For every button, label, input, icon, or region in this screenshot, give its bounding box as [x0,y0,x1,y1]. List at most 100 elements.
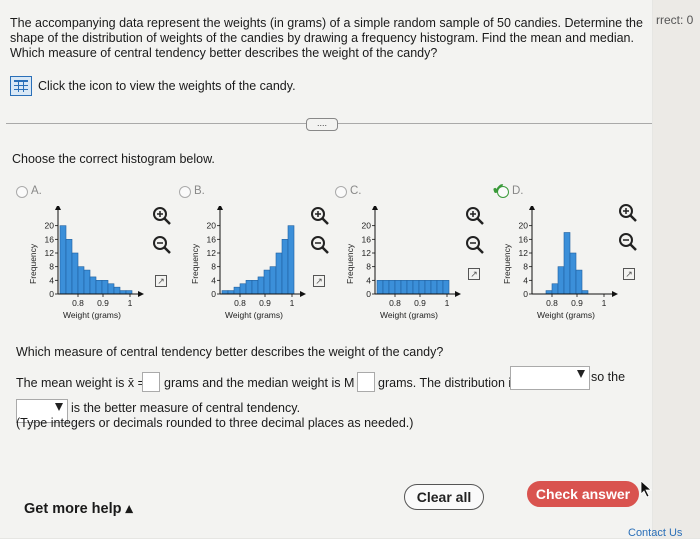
x-tick-label: 0.8 [234,298,246,308]
check-answer-button[interactable]: Check answer [527,481,639,507]
x-axis-arrow [455,291,461,297]
histogram-bar [113,286,121,295]
instructions-text: (Type integers or decimals rounded to th… [16,416,414,430]
histogram-bar [227,290,235,295]
histogram-bar [442,280,450,295]
data-link-text[interactable]: Click the icon to view the weights of th… [38,79,296,93]
histogram-bar [65,239,73,295]
y-tick-label: 8 [49,262,54,272]
histogram-bar [281,239,289,295]
zoom-in-icon[interactable] [310,206,330,226]
y-tick-label: 4 [211,275,216,285]
y-tick-label: 12 [45,248,55,258]
mean-suffix: grams and the median weight is M = [164,376,366,390]
option-b-radio[interactable] [179,186,191,198]
mouse-cursor-icon [640,480,653,498]
histogram-bar [77,266,85,295]
histogram-bar [382,280,390,295]
y-tick-label: 12 [362,248,372,258]
zoom-out-icon[interactable] [310,235,330,255]
histogram-bar [107,283,115,295]
histogram-bar [89,276,97,295]
histogram-bar [101,280,109,295]
histogram-bar [263,269,271,295]
popout-icon[interactable]: ↗ [623,268,635,280]
y-tick-label: 4 [523,275,528,285]
histogram-bar [275,252,283,295]
x-tick-label: 1 [290,298,295,308]
histogram-bar [406,280,414,295]
popout-icon[interactable]: ↗ [468,268,480,280]
median-input[interactable] [357,372,375,392]
histogram-b: 0 4 8 12 16 20 0.8 0.9 1 Weight (grams) [207,206,306,320]
histogram-bar [436,280,444,295]
zoom-in-icon[interactable] [465,206,485,226]
histogram-bar [245,280,253,295]
clear-all-button[interactable]: Clear all [404,484,484,510]
histogram-bar [95,280,103,295]
zoom-out-icon[interactable] [465,235,485,255]
score-text: rrect: 0 [656,13,694,27]
histogram-bar [83,269,91,295]
choose-prompt: Choose the correct histogram below. [12,152,215,166]
y-tick-label: 16 [519,234,529,244]
option-d-radio[interactable] [497,186,509,198]
y-tick-label: 20 [45,221,55,231]
histogram-bar [233,286,241,295]
histogram-bar [269,266,277,295]
x-tick-label: 1 [602,298,607,308]
y-tick-label: 16 [207,234,217,244]
x-tick-label: 0.9 [259,298,271,308]
get-more-help-button[interactable]: Get more help ▴ [24,501,133,517]
zoom-in-icon[interactable] [152,206,172,226]
histogram-bar [287,225,295,295]
histogram-bar [394,280,402,295]
histogram-bar [418,280,426,295]
histogram-bar [581,290,589,295]
zoom-in-icon[interactable] [618,203,638,223]
zoom-out-icon[interactable] [618,232,638,252]
zoom-out-icon[interactable] [152,235,172,255]
x-axis-label: Weight (grams) [537,310,595,320]
option-a-label: A. [31,185,42,197]
histogram-bar [400,280,408,295]
y-axis-arrow [55,206,61,210]
expand-button[interactable]: .... [306,118,338,131]
x-tick-label: 0.9 [571,298,583,308]
x-tick-label: 1 [445,298,450,308]
x-axis-label: Weight (grams) [63,310,121,320]
popout-icon[interactable]: ↗ [313,275,325,287]
histogram-bar [71,252,79,295]
y-tick-label: 0 [49,289,54,299]
data-table-icon[interactable] [10,76,32,96]
y-tick-label: 20 [362,221,372,231]
contact-us-link[interactable]: Contact Us [628,527,682,539]
mean-prefix: The mean weight is x̄ = [16,376,145,390]
option-a-radio[interactable] [16,186,28,198]
y-tick-label: 8 [523,262,528,272]
y-axis-arrow [217,206,223,210]
x-tick-label: 0.9 [97,298,109,308]
median-suffix: grams. The distribution is [378,376,518,390]
mean-input[interactable] [142,372,160,392]
y-tick-label: 16 [362,234,372,244]
histogram-c: 0 4 8 12 16 20 0.8 0.9 1 Weight (grams) [362,206,461,320]
popout-icon[interactable]: ↗ [155,275,167,287]
y-tick-label: 0 [523,289,528,299]
x-axis-arrow [300,291,306,297]
histogram-bar [59,225,67,295]
histogram-bar [575,269,583,295]
so-the-text: so the [591,370,626,384]
histogram-d: 0 4 8 12 16 20 0.8 0.9 1 Weight (grams) [519,206,618,320]
histogram-bar [119,290,127,295]
x-axis-arrow [138,291,144,297]
y-tick-label: 4 [49,275,54,285]
x-tick-label: 1 [128,298,133,308]
x-axis-label: Weight (grams) [225,310,283,320]
x-tick-label: 0.8 [389,298,401,308]
distribution-dropdown[interactable] [510,366,590,390]
y-axis-arrow [529,206,535,210]
y-axis-arrow [372,206,378,210]
option-c-radio[interactable] [335,186,347,198]
histogram-bar [551,283,559,295]
